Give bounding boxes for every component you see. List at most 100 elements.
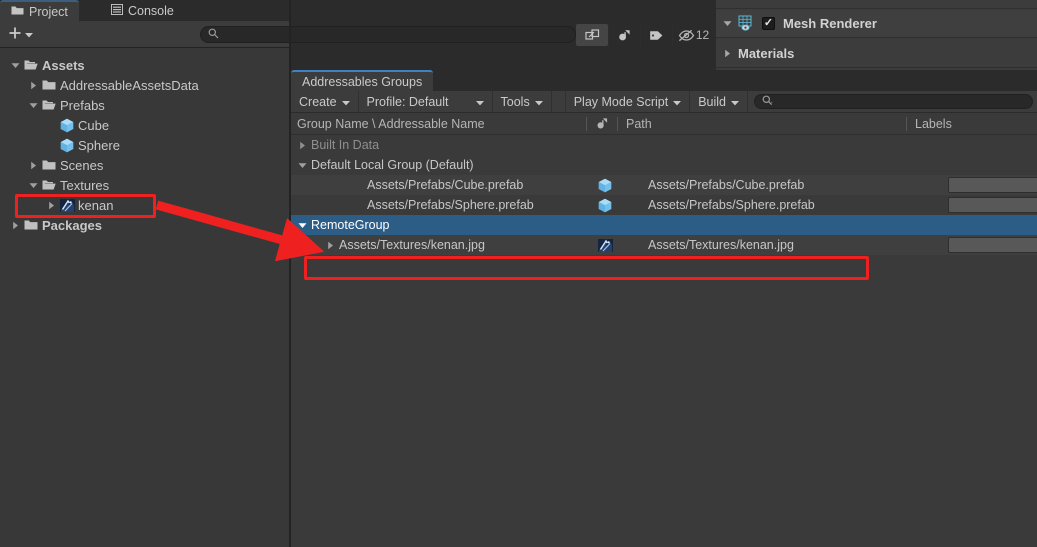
checkmark-icon: ✓ — [763, 17, 774, 29]
build-dropdown[interactable]: Build — [690, 91, 748, 112]
chevron-down-icon[interactable] — [716, 20, 738, 27]
chevron-down-icon[interactable] — [295, 222, 309, 229]
tab-project-label: Project — [29, 4, 68, 19]
tree-item-label: kenan — [78, 197, 114, 213]
addressable-row-path: Assets/Textures/kenan.jpg — [648, 238, 794, 252]
build-dropdown-label: Build — [698, 94, 726, 109]
chevron-right-icon[interactable] — [26, 161, 40, 170]
tab-console[interactable]: Console — [100, 0, 185, 21]
addressable-group-row[interactable]: Built In Data — [291, 135, 1037, 155]
inspector-top-strip — [716, 0, 1037, 9]
create-button-label: Create — [299, 94, 337, 109]
tab-project[interactable]: Project — [0, 0, 79, 21]
hidden-assets-count[interactable]: 12 — [672, 24, 714, 46]
chevron-down-icon — [731, 95, 739, 109]
tree-item-prefabs[interactable]: Prefabs — [0, 95, 289, 115]
addressable-asset-row[interactable]: Assets/Textures/kenan.jpg Assets/Textures… — [291, 235, 1037, 255]
tree-item-label: Prefabs — [60, 97, 105, 113]
texture-thumbnail-icon — [597, 238, 613, 252]
tree-item-label: Assets — [42, 57, 85, 73]
inspector-panel: ✓ Mesh Renderer Materials — [716, 0, 1037, 70]
tree-item-label: Cube — [78, 117, 110, 133]
prefab-cube-icon — [58, 118, 76, 133]
addressable-row-name: Default Local Group (Default) — [311, 158, 474, 172]
tree-item-scenes[interactable]: Scenes — [0, 155, 289, 175]
addressables-groups-window: Addressables Groups Create Profile: Defa… — [291, 70, 1037, 547]
chevron-down-icon — [534, 95, 543, 109]
project-search-input[interactable] — [200, 26, 576, 43]
toolbar-spacer — [552, 91, 566, 112]
folder-icon — [11, 5, 24, 19]
addressables-tabstrip: Addressables Groups — [291, 70, 1037, 91]
addressable-row-labels-dropdown[interactable] — [948, 237, 1037, 253]
prefab-cube-icon — [58, 138, 76, 153]
popout-icon[interactable] — [576, 24, 608, 46]
addressable-asset-row[interactable]: Assets/Prefabs/Cube.prefab Assets/Prefabs… — [291, 175, 1037, 195]
chevron-down-icon[interactable] — [8, 62, 22, 69]
column-header-labels[interactable]: Labels — [907, 113, 952, 135]
addressables-search-input[interactable] — [754, 94, 1033, 109]
tree-item-label: Scenes — [60, 157, 104, 173]
addressable-asset-row[interactable]: Assets/Prefabs/Sphere.prefab Assets/Prefa… — [291, 195, 1037, 215]
folder-icon — [40, 159, 58, 171]
tree-item-sphere[interactable]: Sphere — [0, 135, 289, 155]
tree-item-kenan[interactable]: kenan — [0, 195, 289, 215]
add-asset-button[interactable] — [5, 25, 36, 43]
tree-item-label: AddressableAssetsData — [60, 77, 199, 93]
chevron-right-icon[interactable] — [716, 49, 738, 58]
tab-addressables-groups[interactable]: Addressables Groups — [291, 70, 434, 91]
addressables-column-headers: Group Name \ Addressable Name Path Label… — [291, 113, 1037, 135]
tools-dropdown[interactable]: Tools — [493, 91, 552, 112]
eye-off-icon — [678, 29, 695, 41]
tree-item-cube[interactable]: Cube — [0, 115, 289, 135]
tree-item-addressableassetsdata[interactable]: AddressableAssetsData — [0, 75, 289, 95]
folder-open-icon — [22, 59, 40, 71]
create-button[interactable]: Create — [291, 91, 359, 112]
play-mode-script-dropdown[interactable]: Play Mode Script — [566, 91, 691, 112]
folder-open-icon — [40, 99, 58, 111]
addressable-group-row[interactable]: RemoteGroup — [291, 215, 1037, 235]
addressable-row-name: Assets/Prefabs/Cube.prefab — [367, 178, 524, 192]
chevron-right-icon[interactable] — [8, 221, 22, 230]
chevron-right-icon[interactable] — [26, 81, 40, 90]
folder-icon — [40, 79, 58, 91]
chevron-down-icon[interactable] — [295, 162, 309, 169]
chevron-right-icon[interactable] — [44, 201, 58, 210]
chevron-down-icon — [25, 27, 33, 41]
chevron-right-icon[interactable] — [323, 241, 337, 250]
column-header-group-name[interactable]: Group Name \ Addressable Name — [291, 113, 586, 135]
asset-type-icon — [587, 113, 617, 135]
tree-item-assets[interactable]: Assets — [0, 55, 289, 75]
chevron-down-icon — [475, 95, 484, 109]
search-icon — [208, 28, 219, 42]
mesh-renderer-enabled-checkbox[interactable]: ✓ — [762, 17, 775, 30]
chevron-right-icon[interactable] — [295, 141, 309, 150]
tree-item-label: Sphere — [78, 137, 120, 153]
mesh-renderer-label: Mesh Renderer — [783, 16, 877, 31]
asset-tree: Assets AddressableAssetsData Prefabs Cube Sp… — [0, 49, 289, 547]
inspector-mesh-renderer-row[interactable]: ✓ Mesh Renderer — [716, 10, 1037, 38]
chevron-down-icon — [341, 95, 350, 109]
object-filter-icon[interactable] — [608, 24, 640, 46]
label-filter-icon[interactable] — [640, 24, 672, 46]
project-tool-icons: 12 — [576, 24, 714, 46]
column-header-path[interactable]: Path — [618, 113, 906, 135]
chevron-down-icon[interactable] — [26, 182, 40, 189]
play-mode-script-label: Play Mode Script — [573, 94, 669, 109]
addressables-rows: Built In Data Default Local Group (Defaul… — [291, 135, 1037, 547]
addressable-row-labels-dropdown[interactable] — [948, 197, 1037, 213]
tab-addressables-groups-label: Addressables Groups — [302, 74, 423, 89]
chevron-down-icon — [673, 95, 682, 109]
tools-dropdown-label: Tools — [500, 94, 530, 109]
addressable-group-row[interactable]: Default Local Group (Default) — [291, 155, 1037, 175]
hidden-assets-number: 12 — [695, 28, 710, 42]
addressable-row-labels-dropdown[interactable] — [948, 177, 1037, 193]
project-panel: Project Console 12 Assets AddressableAss… — [0, 0, 709, 547]
profile-dropdown[interactable]: Profile: Default — [359, 91, 493, 112]
tree-item-textures[interactable]: Textures — [0, 175, 289, 195]
addressable-row-name: Built In Data — [311, 138, 380, 152]
tree-item-packages[interactable]: Packages — [0, 215, 289, 235]
chevron-down-icon[interactable] — [26, 102, 40, 109]
inspector-materials-row[interactable]: Materials — [716, 40, 1037, 68]
addressable-row-name: RemoteGroup — [311, 218, 390, 232]
